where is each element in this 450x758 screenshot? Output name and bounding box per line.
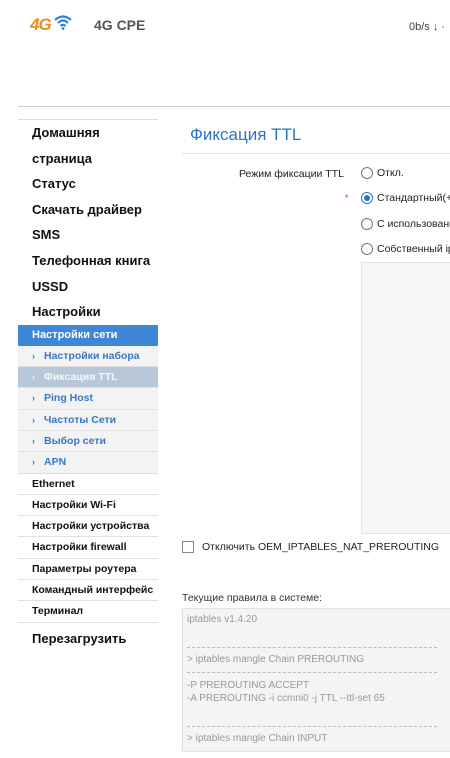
sidebar-subitem-bands[interactable]: › Частоты Сети (18, 409, 158, 431)
sidebar-item-device[interactable]: Настройки устройства (18, 516, 158, 538)
speed-indicator: 0b/s ↓ · (409, 21, 446, 33)
chevron-right-icon: › (32, 414, 35, 425)
current-rules-label: Текущие правила в системе: (182, 592, 322, 604)
rules-separator (187, 726, 437, 727)
sidebar-subitem-apn[interactable]: › APN (18, 452, 158, 474)
radio-label: Откл. (377, 167, 404, 179)
sidebar-item-cli[interactable]: Командный интерфейс (18, 580, 158, 602)
chevron-right-icon: › (32, 393, 35, 404)
chevron-right-icon: › (32, 457, 35, 468)
radio-option-standard[interactable]: Стандартный(+ (361, 192, 450, 204)
sidebar-item-firewall[interactable]: Настройки firewall (18, 537, 158, 559)
rules-line: iptables v1.4.20 (187, 614, 258, 625)
sidebar-subitem-label: APN (44, 456, 67, 469)
radio-label: С использовани (377, 218, 450, 230)
logo: 4G (30, 14, 73, 35)
required-mark: * (345, 193, 349, 203)
sidebar-item-ussd[interactable]: USSD (18, 274, 158, 300)
title-divider (182, 153, 450, 154)
custom-rules-textarea[interactable] (361, 262, 450, 534)
sidebar-item-home[interactable]: Домашняя (18, 120, 158, 146)
sidebar-item-sms[interactable]: SMS (18, 222, 158, 248)
rules-line: -A PREROUTING -i ccmni0 -j TTL --ttl-set… (187, 693, 385, 704)
sidebar-subitem-network-select[interactable]: › Выбор сети (18, 430, 158, 453)
sidebar-item-wifi[interactable]: Настройки Wi-Fi (18, 494, 158, 517)
sidebar-item-settings[interactable]: Настройки (18, 299, 158, 325)
chevron-right-icon: › (32, 435, 35, 446)
disable-oem-label: Отключить OEM_IPTABLES_NAT_PREROUTING (202, 541, 440, 553)
sidebar-subitem-ping[interactable]: › Ping Host (18, 388, 158, 410)
reboot-button[interactable]: Перезагрузить (18, 631, 158, 646)
rules-line: > iptables mangle Chain INPUT (187, 733, 328, 744)
sidebar-item-router[interactable]: Параметры роутера (18, 558, 158, 581)
radio-label: Стандартный(+ (377, 192, 450, 204)
radio-option-off[interactable]: Откл. (361, 167, 404, 179)
radio-button[interactable] (361, 218, 373, 230)
page-title: Фиксация TTL (190, 125, 302, 144)
sidebar: Домашняя страница Статус Скачать драйвер… (18, 119, 158, 646)
chevron-right-icon: › (32, 372, 35, 383)
radio-option-custom-use[interactable]: С использовани (361, 218, 450, 230)
radio-button[interactable] (361, 243, 373, 255)
sidebar-item-phonebook[interactable]: Телефонная книга (18, 248, 158, 274)
disable-oem-option[interactable]: Отключить OEM_IPTABLES_NAT_PREROUTING (182, 541, 439, 553)
sidebar-subitem-label: Настройки набора (44, 349, 140, 362)
sidebar-item-ethernet[interactable]: Ethernet (18, 473, 158, 495)
main-content: Фиксация TTL (182, 119, 450, 154)
wifi-icon (53, 14, 73, 35)
sidebar-subitem-label: Фиксация TTL (44, 371, 118, 384)
ttl-mode-label: Режим фиксации TTL (239, 168, 344, 180)
sidebar-subitem-ttl[interactable]: › Фиксация TTL (18, 367, 158, 389)
rules-separator (187, 672, 437, 673)
sidebar-subitem-label: Ping Host (44, 392, 93, 405)
rules-line: -P PREROUTING ACCEPT (187, 680, 310, 691)
radio-option-own-ip[interactable]: Собственный ip (361, 243, 450, 255)
sidebar-item-terminal[interactable]: Терминал (18, 601, 158, 623)
chevron-right-icon: › (32, 350, 35, 361)
radio-button-selected[interactable] (361, 192, 373, 204)
sidebar-subitem-label: Частоты Сети (44, 413, 117, 426)
rules-line: > iptables mangle Chain PREROUTING (187, 654, 365, 665)
sidebar-item-home-line2[interactable]: страница (18, 146, 158, 172)
sidebar-section-network[interactable]: Настройки сети (18, 324, 158, 346)
product-name: 4G CPE (94, 17, 146, 33)
disable-oem-checkbox[interactable] (182, 541, 194, 553)
rules-separator (187, 647, 437, 648)
radio-label: Собственный ip (377, 243, 450, 255)
sidebar-subitem-label: Выбор сети (44, 434, 106, 447)
radio-button[interactable] (361, 167, 373, 179)
sidebar-item-driver[interactable]: Скачать драйвер (18, 197, 158, 223)
current-rules-box: iptables v1.4.20 > iptables mangle Chain… (182, 608, 450, 752)
header: 4G 4G CPE 0b/s ↓ · (0, 0, 450, 100)
header-divider (18, 106, 450, 107)
sidebar-item-status[interactable]: Статус (18, 171, 158, 197)
logo-4g-text: 4G (30, 14, 52, 34)
sidebar-subitem-dial[interactable]: › Настройки набора (18, 345, 158, 368)
